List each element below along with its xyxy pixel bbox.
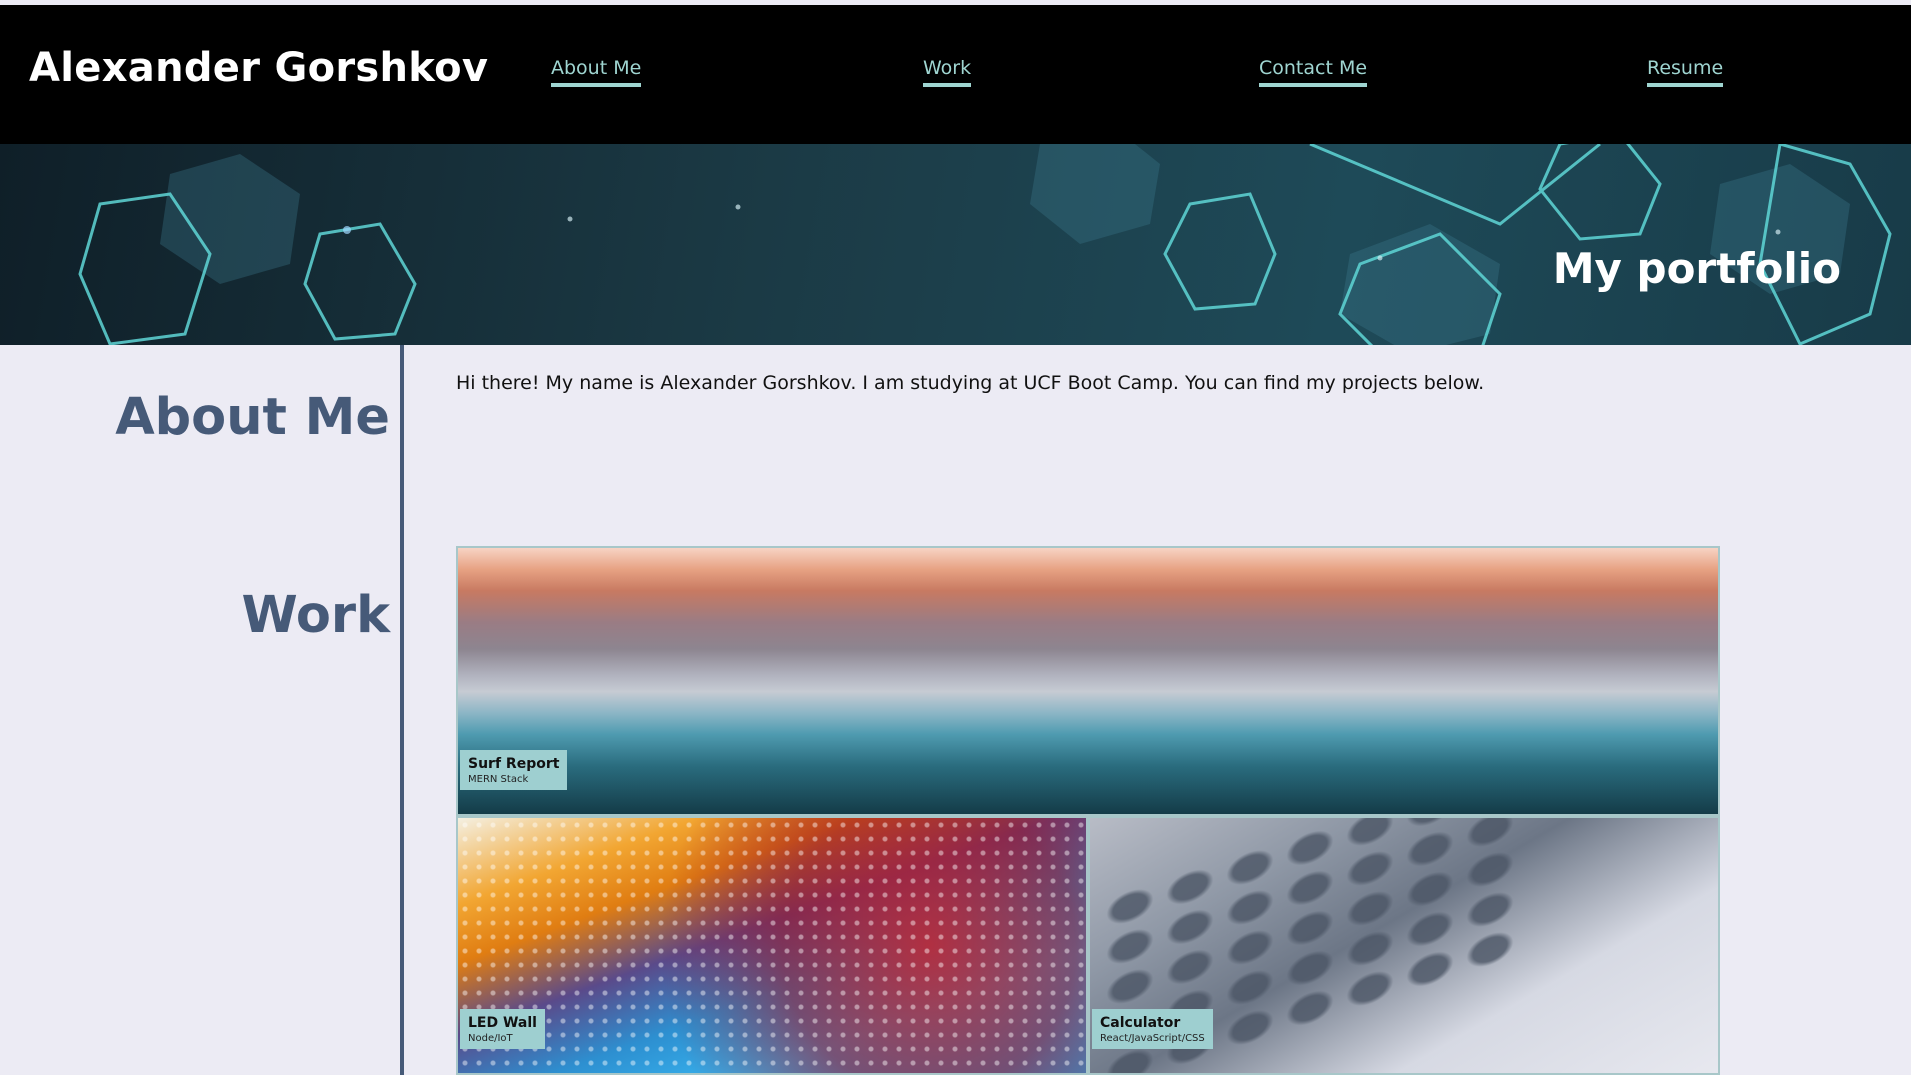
- project-title: Calculator: [1100, 1015, 1181, 1031]
- page: Alexander Gorshkov About Me Work Contact…: [0, 0, 1911, 1075]
- project-card-led-wall[interactable]: LED Wall Node/IoT: [456, 816, 1088, 1075]
- site-title: Alexander Gorshkov: [29, 45, 489, 91]
- project-label: Calculator React/JavaScript/CSS: [1092, 1009, 1213, 1049]
- project-card-surf-report[interactable]: Surf Report MERN Stack: [456, 546, 1720, 816]
- hero-title: My portfolio: [1552, 244, 1841, 293]
- nav-link-about-me[interactable]: About Me: [551, 57, 642, 87]
- nav-link-work[interactable]: Work: [923, 57, 972, 87]
- intro-text: Hi there! My name is Alexander Gorshkov.…: [456, 372, 1485, 394]
- hero-banner: My portfolio: [0, 144, 1911, 345]
- about-me-heading: About Me: [115, 388, 390, 447]
- project-title: Surf Report: [468, 756, 560, 772]
- nav-link-resume[interactable]: Resume: [1647, 57, 1724, 87]
- project-stack: MERN Stack: [468, 774, 529, 785]
- nav-link-contact-me[interactable]: Contact Me: [1259, 57, 1368, 87]
- site-header: Alexander Gorshkov About Me Work Contact…: [0, 5, 1911, 144]
- project-label: LED Wall Node/IoT: [460, 1009, 545, 1049]
- project-stack: React/JavaScript/CSS: [1100, 1033, 1205, 1044]
- work-heading: Work: [241, 586, 390, 645]
- project-stack: Node/IoT: [468, 1033, 513, 1044]
- sidebar-divider: [400, 345, 404, 1075]
- project-label: Surf Report MERN Stack: [460, 750, 568, 790]
- project-title: LED Wall: [468, 1015, 537, 1031]
- project-card-calculator[interactable]: Calculator React/JavaScript/CSS: [1088, 816, 1720, 1075]
- sidebar: [0, 345, 400, 1075]
